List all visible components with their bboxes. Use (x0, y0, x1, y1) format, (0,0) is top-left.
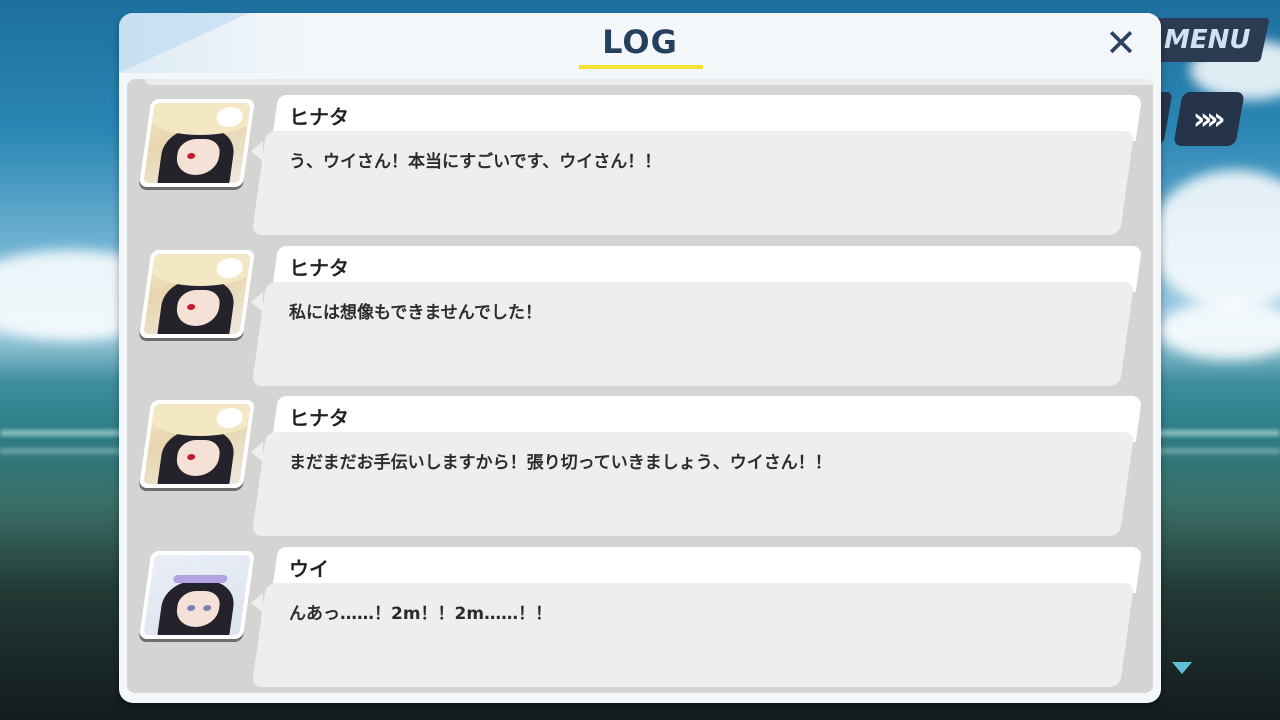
speaker-avatar (138, 250, 256, 338)
scroll-down-icon[interactable] (1172, 662, 1192, 674)
skip-icon: »» (1192, 101, 1220, 137)
menu-button-label: MENU (1164, 25, 1251, 55)
log-entry: ヒナタ 私には想像もできませんでした！ (127, 246, 1153, 388)
previous-entry-edge (145, 79, 1153, 85)
log-header: LOG ✕ (119, 13, 1161, 73)
speaker-avatar (138, 400, 256, 488)
message-text: 私には想像もできませんでした！ (289, 303, 542, 323)
skip-button[interactable]: »» (1173, 92, 1245, 146)
title-underline (579, 65, 703, 69)
message-pointer (251, 593, 263, 613)
background-cloud (1160, 300, 1280, 360)
log-entry: ヒナタ まだまだお手伝いしますから！張り切っていきましょう、ウイさん！！ (127, 396, 1153, 538)
message-text: んあっ……！2m！！2m……！！ (289, 604, 553, 624)
speaker-avatar (138, 551, 256, 639)
background-cloud (1150, 170, 1280, 310)
message-text: まだまだお手伝いしますから！張り切っていきましょう、ウイさん！！ (289, 453, 832, 473)
message-pointer (251, 292, 263, 312)
speaker-avatar (138, 99, 256, 187)
log-list[interactable]: ヒナタ う、ウイさん！本当にすごいです、ウイさん！！ ヒナタ 私には想像もできま… (127, 79, 1153, 693)
speaker-name: ヒナタ (289, 256, 349, 280)
log-panel: LOG ✕ ヒナタ う、ウイさん！本当にすごいです、ウイさん！！ ヒナタ 私には… (119, 13, 1161, 703)
message-pointer (251, 141, 263, 161)
message-pointer (251, 442, 263, 462)
speaker-name: ヒナタ (289, 105, 349, 129)
log-entry: ウイ んあっ……！2m！！2m……！！ (127, 547, 1153, 689)
speaker-name: ヒナタ (289, 406, 349, 430)
message-text: う、ウイさん！本当にすごいです、ウイさん！！ (289, 152, 662, 172)
speaker-name: ウイ (289, 557, 329, 581)
menu-button[interactable]: MENU (1145, 18, 1270, 62)
close-icon[interactable]: ✕ (1101, 23, 1141, 63)
log-entry: ヒナタ う、ウイさん！本当にすごいです、ウイさん！！ (127, 95, 1153, 237)
log-title: LOG (602, 23, 678, 61)
